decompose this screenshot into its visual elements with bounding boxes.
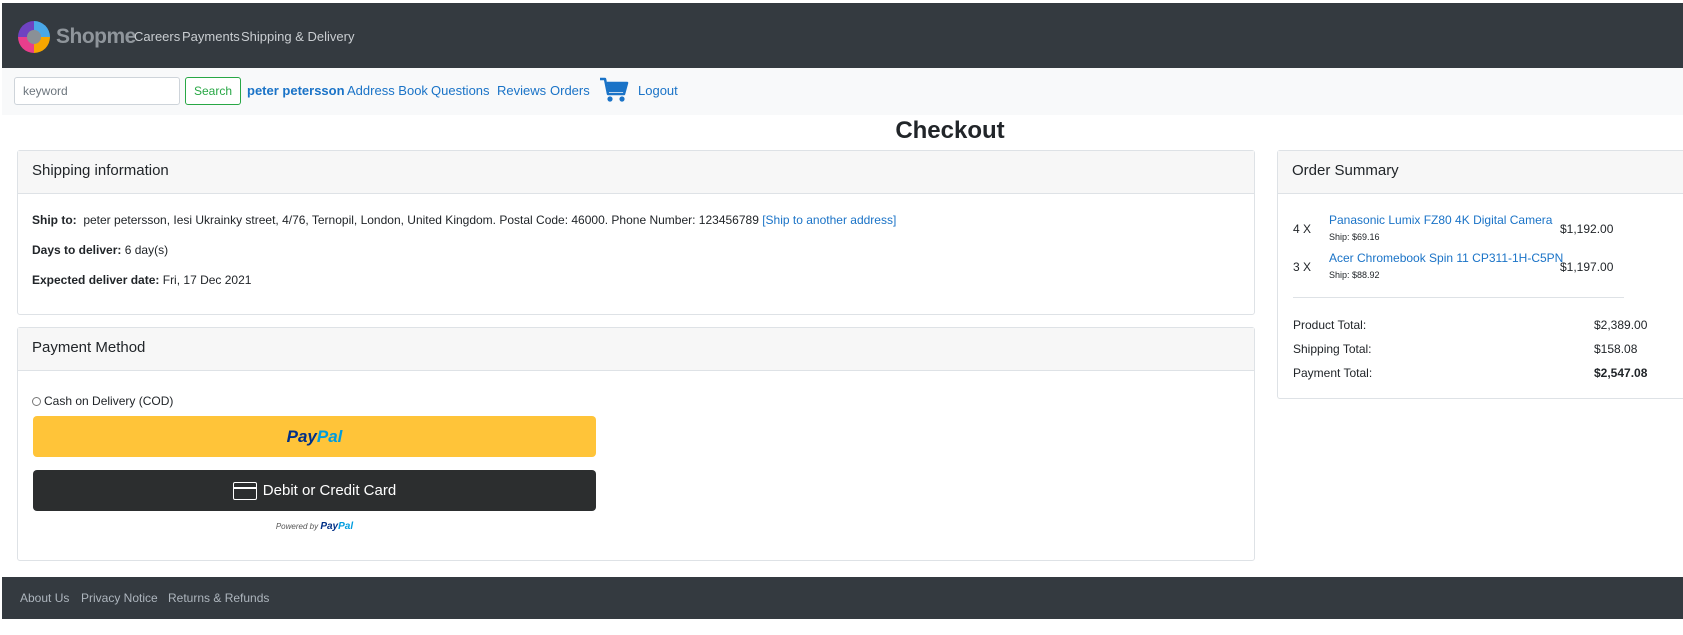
cod-radio[interactable] — [32, 396, 41, 406]
search-input[interactable] — [14, 77, 180, 105]
item-shipping: Ship: $69.16 — [1329, 232, 1380, 242]
item-shipping: Ship: $88.92 — [1329, 270, 1380, 280]
shopping-cart-icon[interactable] — [599, 76, 629, 104]
credit-card-icon — [232, 481, 257, 500]
payment-total-value: $2,547.08 — [1594, 366, 1648, 380]
footer: About Us Privacy Notice Returns & Refund… — [2, 577, 1683, 619]
order-summary-card: Order Summary 4 X Panasonic Lumix FZ80 4… — [1277, 150, 1683, 399]
expected-date-value: Fri, 17 Dec 2021 — [162, 273, 252, 287]
item-name-link[interactable]: Acer Chromebook Spin 11 CP311-1H-C5PN — [1329, 251, 1563, 265]
paypal-logo-pay: Pay — [286, 426, 317, 446]
page-title: Checkout — [895, 117, 1005, 144]
days-to-deliver-label: Days to deliver: — [32, 243, 122, 257]
powered-paypal-pal: Pal — [338, 521, 354, 532]
payment-method-card: Payment Method Cash on Delivery (COD) Pa… — [17, 327, 1255, 561]
powered-paypal-pay: Pay — [320, 521, 339, 532]
ship-to-label: Ship to: — [32, 213, 77, 227]
ship-to-another-address-link[interactable]: [Ship to another address] — [762, 213, 896, 227]
summary-divider — [1293, 297, 1624, 298]
cod-option[interactable]: Cash on Delivery (COD) — [32, 394, 173, 408]
top-navbar: Shopme Careers Payments Shipping & Deliv… — [2, 3, 1683, 68]
payment-method-header: Payment Method — [18, 328, 1254, 371]
powered-by-text: Powered by — [275, 522, 319, 531]
brand-name[interactable]: Shopme — [56, 25, 136, 49]
shopme-logo-icon[interactable] — [14, 17, 54, 57]
search-button[interactable]: Search — [185, 77, 241, 105]
item-price: $1,197.00 — [1560, 260, 1614, 274]
paypal-logo-pal: Pal — [316, 426, 343, 446]
debit-credit-card-button[interactable]: Debit or Credit Card — [33, 470, 596, 511]
payment-total-label: Payment Total: — [1293, 366, 1373, 380]
nav-careers[interactable]: Careers — [134, 29, 180, 44]
shipping-info-card: Shipping information Ship to: peter pete… — [17, 150, 1255, 315]
item-price: $1,192.00 — [1560, 222, 1614, 236]
orders-link[interactable]: Orders — [550, 83, 590, 98]
nav-shipping-delivery[interactable]: Shipping & Delivery — [241, 29, 354, 44]
address-book-link[interactable]: Address Book — [347, 83, 428, 98]
footer-about-us-link[interactable]: About Us — [20, 591, 69, 605]
ship-to-row: Ship to: peter petersson, Iesi Ukrainky … — [32, 213, 896, 227]
shipping-total-label: Shipping Total: — [1293, 342, 1372, 356]
questions-link[interactable]: Questions — [431, 83, 490, 98]
shipping-info-header: Shipping information — [18, 151, 1254, 194]
item-quantity: 3 X — [1293, 260, 1312, 274]
expected-date-row: Expected deliver date: Fri, 17 Dec 2021 — [32, 273, 251, 287]
debit-credit-card-label: Debit or Credit Card — [262, 482, 397, 499]
footer-returns-refunds-link[interactable]: Returns & Refunds — [168, 591, 269, 605]
user-profile-link[interactable]: peter petersson — [247, 83, 345, 98]
product-total-label: Product Total: — [1293, 318, 1367, 332]
days-to-deliver-value: 6 day(s) — [124, 243, 169, 257]
shipping-total-value: $158.08 — [1594, 342, 1638, 356]
footer-privacy-notice-link[interactable]: Privacy Notice — [81, 591, 158, 605]
cod-label[interactable]: Cash on Delivery (COD) — [44, 394, 173, 408]
powered-by-paypal: Powered by PayPal — [33, 521, 596, 532]
paypal-button[interactable]: Pay Pal — [33, 416, 596, 457]
page-title-wrap: Checkout — [0, 117, 1683, 145]
logout-link[interactable]: Logout — [638, 83, 678, 98]
user-navbar: Search peter petersson Address Book Ques… — [2, 68, 1683, 115]
ship-to-address: peter petersson, Iesi Ukrainky street, 4… — [83, 213, 759, 227]
product-total-value: $2,389.00 — [1594, 318, 1648, 332]
item-name-link[interactable]: Panasonic Lumix FZ80 4K Digital Camera — [1329, 213, 1552, 227]
nav-payments[interactable]: Payments — [182, 29, 240, 44]
expected-date-label: Expected deliver date: — [32, 273, 160, 287]
reviews-link[interactable]: Reviews — [497, 83, 546, 98]
order-summary-header: Order Summary — [1278, 151, 1683, 194]
days-to-deliver-row: Days to deliver: 6 day(s) — [32, 243, 168, 257]
item-quantity: 4 X — [1293, 222, 1312, 236]
